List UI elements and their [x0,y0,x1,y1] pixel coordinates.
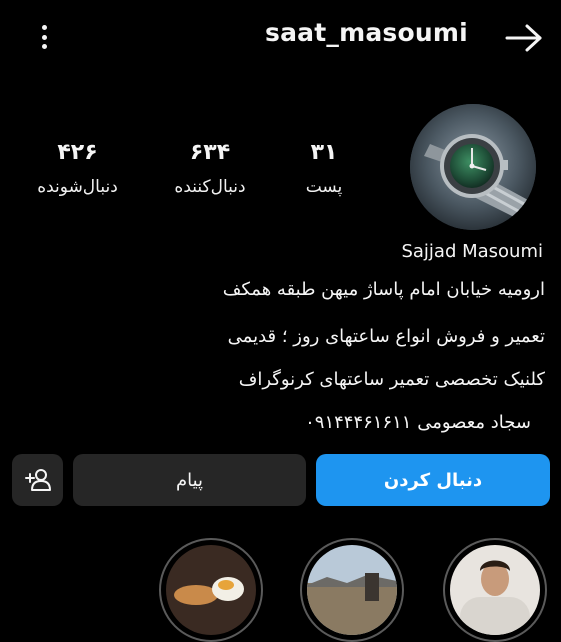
bio-line: سجاد معصومی ۰۹۱۴۴۴۶۱۶۱۱ [305,412,531,433]
follow-button[interactable]: دنبال کردن [316,454,550,506]
posts-label: پست [305,177,343,197]
suggested-people-button[interactable] [12,454,63,506]
profile-avatar[interactable] [410,104,536,230]
dot [41,34,47,40]
following-stat[interactable]: ۴۲۶ دنبال‌شونده [20,138,135,200]
highlight-landscape-image [307,545,397,635]
followers-stat[interactable]: ۶۳۴ دنبال‌کننده [150,138,270,200]
dot [41,44,47,49]
bio-line: تعمیر و فروش انواع ساعتهای روز ؛ قدیمی [227,326,545,347]
bio-line: کلنیک تخصصی تعمیر ساعتهای کرنوگراف [238,369,545,390]
following-count: ۴۲۶ [57,140,98,165]
story-highlight[interactable] [300,538,404,642]
posts-count: ۳۱ [310,140,338,165]
message-button[interactable]: پیام [73,454,306,506]
arrow-right-icon[interactable] [504,22,544,54]
profile-full-name: Sajjad Masoumi [401,241,543,262]
story-highlight[interactable] [159,538,263,642]
top-bar: saat_masoumi [0,0,561,72]
bio-line: ارومیه خیابان امام پاساژ میهن طبقه همکف [222,279,545,300]
highlight-food-image [166,545,256,635]
profile-username: saat_masoumi [265,18,468,47]
posts-stat: ۳۱ پست [288,138,360,200]
following-label: دنبال‌شونده [37,177,118,197]
more-options-button[interactable] [30,22,58,52]
followers-count: ۶۳۴ [189,140,231,165]
story-highlight[interactable] [443,538,547,642]
followers-label: دنبال‌کننده [174,177,246,197]
dot [41,25,47,30]
add-person-icon [24,469,51,491]
highlight-person-image [450,545,540,635]
watch-image [410,104,536,230]
